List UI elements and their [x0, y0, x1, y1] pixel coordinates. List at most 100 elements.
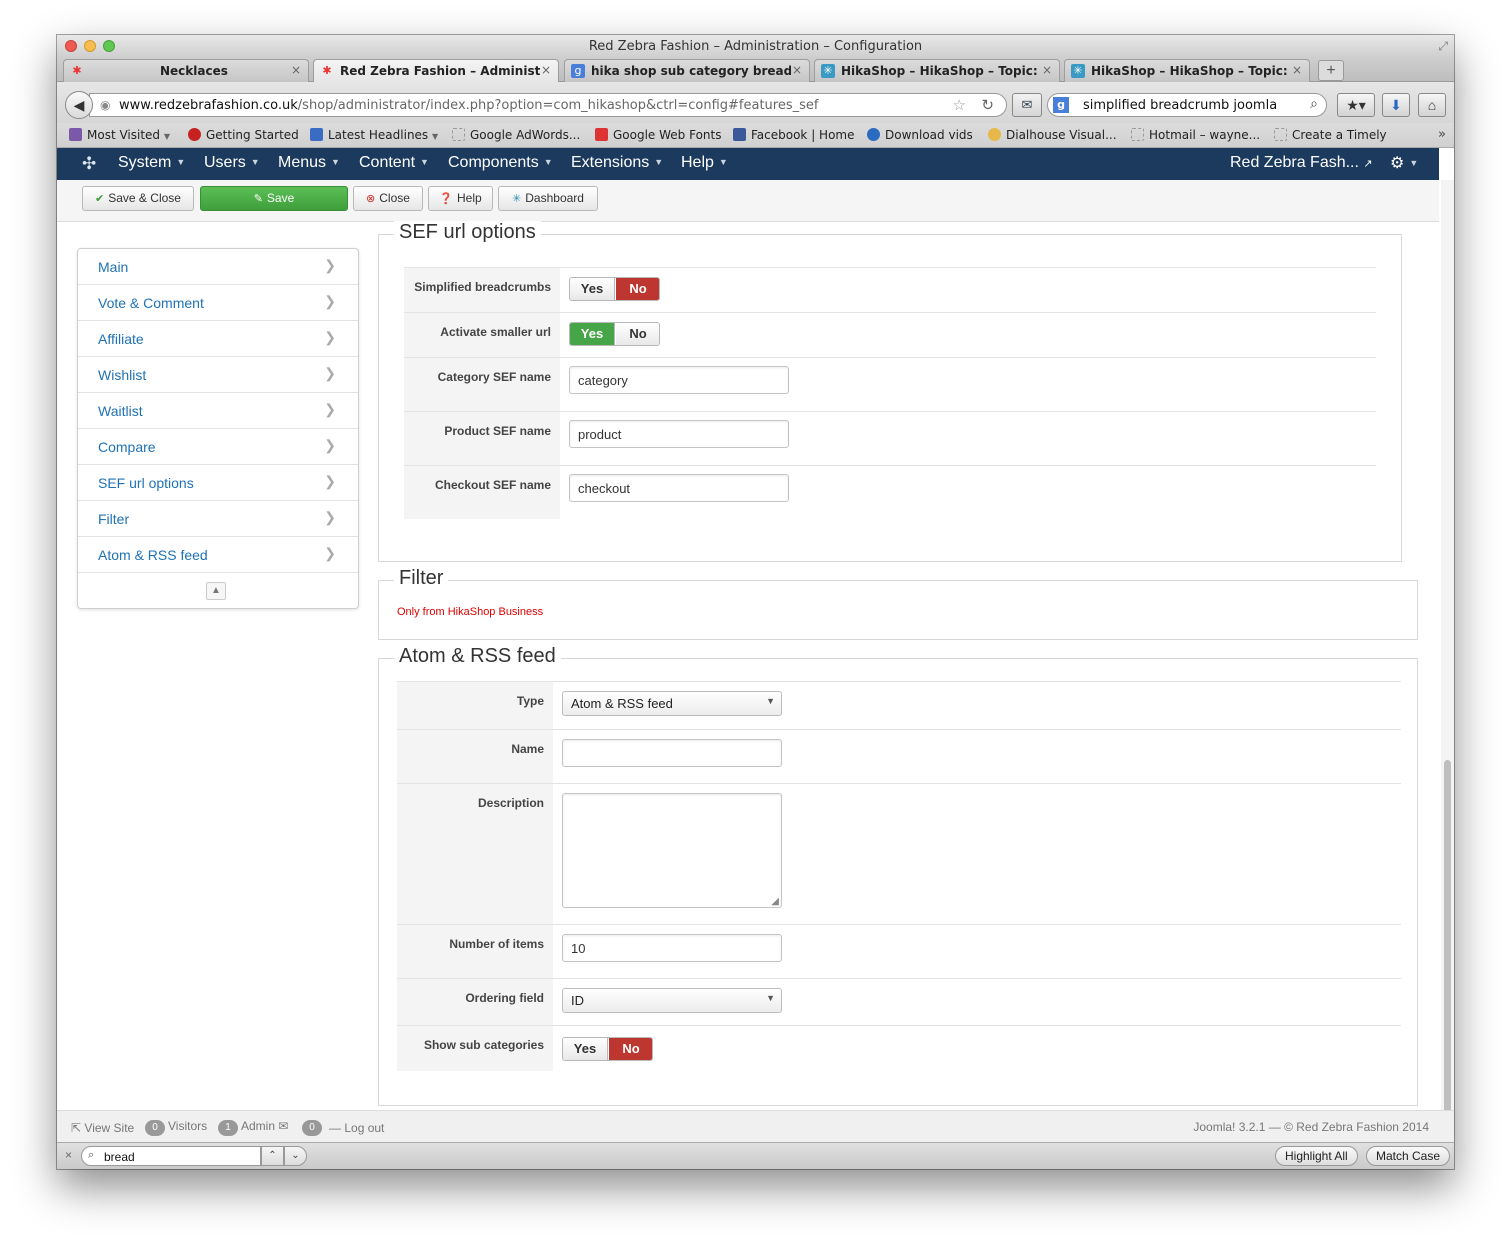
mail-icon: ✉ [278, 1119, 289, 1133]
bookmark-label: Google Web Fonts [613, 128, 722, 142]
toggle-yes[interactable]: Yes [563, 1038, 608, 1060]
save-button[interactable]: ✎ Save [200, 186, 348, 211]
bookmark-most-visited[interactable]: Most Visited ▼ [69, 128, 170, 142]
reload-icon[interactable]: ↻ [981, 96, 994, 114]
tab-google-search[interactable]: g hika shop sub category breadcr... × [564, 59, 810, 82]
bookmark-facebook[interactable]: Facebook | Home [733, 128, 855, 142]
sidebar-item-affiliate[interactable]: Affiliate ❯ [78, 321, 358, 357]
dashboard-button[interactable]: ✳ Dashboard [498, 186, 598, 211]
toggle-yes[interactable]: Yes [570, 323, 615, 345]
sidebar-item-main[interactable]: Main ❯ [78, 249, 358, 285]
extension-mail-icon[interactable]: ✉ [1012, 93, 1042, 117]
site-link[interactable]: Red Zebra Fash... ↗ [1230, 154, 1373, 172]
logout-link[interactable]: — Log out [329, 1121, 384, 1135]
tab-hikashop-topic-1[interactable]: ✳ HikaShop – HikaShop – Topic: B... × [814, 59, 1060, 82]
close-button[interactable]: ⊗ Close [353, 186, 423, 211]
search-bar[interactable]: g simplified breadcrumb joomla ⌕ [1047, 93, 1327, 117]
save-close-button[interactable]: ✔ Save & Close [82, 186, 194, 211]
downloads-button[interactable]: ⬇ [1382, 93, 1410, 117]
sidebar-item-atom-rss-feed[interactable]: Atom & RSS feed ❯ [78, 537, 358, 573]
rss-icon [310, 128, 323, 141]
sidebar-item-compare[interactable]: Compare ❯ [78, 429, 358, 465]
bookmark-star-icon[interactable]: ☆ [953, 96, 966, 114]
smaller-url-toggle[interactable]: Yes No [569, 322, 660, 346]
find-input[interactable]: ⌕ bread [81, 1146, 261, 1166]
field-label: Simplified breadcrumbs [404, 268, 560, 312]
number-items-input[interactable]: 10 [562, 934, 782, 962]
bookmarks-bar: Most Visited ▼ Getting Started Latest He… [57, 123, 1454, 148]
find-previous-button[interactable]: ⌃ [261, 1146, 284, 1166]
tab-necklaces[interactable]: ✱ Necklaces × [63, 59, 309, 82]
menu-components[interactable]: Components ▼ [448, 154, 553, 172]
toggle-yes[interactable]: Yes [570, 278, 615, 300]
ordering-field-select[interactable]: ID ▼ [562, 988, 782, 1013]
menu-extensions[interactable]: Extensions ▼ [571, 154, 663, 172]
bookmark-latest-headlines[interactable]: Latest Headlines ▼ [310, 128, 438, 142]
sidebar-item-waitlist[interactable]: Waitlist ❯ [78, 393, 358, 429]
simplified-breadcrumbs-toggle[interactable]: Yes No [569, 277, 660, 301]
joomla-logo-icon[interactable]: ✣ [82, 154, 96, 174]
sidebar-item-wishlist[interactable]: Wishlist ❯ [78, 357, 358, 393]
bookmark-create-timely[interactable]: Create a Timely [1274, 128, 1387, 142]
address-bar[interactable]: ◉ www.redzebrafashion.co.uk/shop/adminis… [89, 93, 1007, 117]
close-tab-icon[interactable]: × [541, 63, 551, 77]
messages-status[interactable]: 0 [302, 1119, 325, 1136]
row-number-items: Number of items 10 [397, 924, 1401, 978]
bookmark-google-adwords[interactable]: Google AdWords... [452, 128, 580, 142]
bookmark-google-web-fonts[interactable]: Google Web Fonts [595, 128, 722, 142]
feed-name-input[interactable] [562, 739, 782, 767]
toggle-no[interactable]: No [616, 323, 659, 345]
menu-menus[interactable]: Menus ▼ [278, 154, 340, 172]
fullscreen-icon[interactable]: ⤢ [1438, 39, 1448, 54]
minus-icon: — [329, 1121, 341, 1135]
category-sef-input[interactable]: category [569, 366, 789, 394]
more-bookmarks-chevron-icon[interactable]: » [1438, 127, 1446, 142]
feed-description-textarea[interactable]: ◢ [562, 793, 782, 908]
menu-help[interactable]: Help ▼ [681, 154, 728, 172]
page-scrollbar[interactable] [1441, 180, 1454, 1125]
menu-content[interactable]: Content ▼ [359, 154, 429, 172]
view-site-link[interactable]: ⇱ View Site [71, 1121, 134, 1135]
close-tab-icon[interactable]: × [1292, 63, 1302, 77]
menu-users[interactable]: Users ▼ [204, 154, 260, 172]
resize-grip-icon[interactable]: ◢ [771, 896, 779, 907]
sidebar-item-sef-url-options[interactable]: SEF url options ❯ [78, 465, 358, 501]
find-next-button[interactable]: ⌄ [284, 1146, 307, 1166]
field-label: Name [397, 730, 553, 783]
menu-system[interactable]: System ▼ [118, 154, 185, 172]
home-button[interactable]: ⌂ [1418, 93, 1446, 117]
search-icon[interactable]: ⌕ [1310, 96, 1318, 112]
show-sub-categories-toggle[interactable]: Yes No [562, 1037, 653, 1061]
back-button[interactable]: ◀ [65, 91, 93, 119]
match-case-button[interactable]: Match Case [1366, 1146, 1451, 1166]
close-tab-icon[interactable]: × [291, 63, 301, 77]
product-sef-input[interactable]: product [569, 420, 789, 448]
label-text: Category SEF name [437, 370, 551, 384]
toggle-no[interactable]: No [609, 1038, 652, 1060]
highlight-all-button[interactable]: Highlight All [1275, 1146, 1358, 1166]
sidebar-item-vote-comment[interactable]: Vote & Comment ❯ [78, 285, 358, 321]
google-search-engine-icon[interactable]: g [1053, 97, 1069, 113]
sidebar-item-filter[interactable]: Filter ❯ [78, 501, 358, 537]
label-text: Product SEF name [444, 424, 551, 438]
bookmark-getting-started[interactable]: Getting Started [188, 128, 299, 142]
close-find-icon[interactable]: × [65, 1148, 72, 1162]
tab-admin-config[interactable]: ✱ Red Zebra Fashion – Administra... × [313, 59, 559, 82]
toggle-no[interactable]: No [616, 278, 659, 300]
bookmarks-menu-button[interactable]: ★▾ [1337, 93, 1375, 117]
bookmark-dialhouse[interactable]: Dialhouse Visual... [988, 128, 1117, 142]
close-tab-icon[interactable]: × [792, 63, 802, 77]
admin-status-bar: ⇱ View Site 0 Visitors 1 Admin ✉ 0 — Log o… [57, 1110, 1454, 1142]
feed-type-select[interactable]: Atom & RSS feed ▼ [562, 691, 782, 716]
footer-copyright: Joomla! 3.2.1 — © Red Zebra Fashion 2014 [1193, 1120, 1429, 1134]
bookmark-download-vids[interactable]: Download vids [867, 128, 973, 142]
help-button[interactable]: ❓ Help [428, 186, 493, 211]
close-tab-icon[interactable]: × [1042, 63, 1052, 77]
new-tab-button[interactable]: + [1318, 60, 1344, 81]
scroll-to-top-button[interactable]: ▲ [206, 582, 226, 600]
tab-hikashop-topic-2[interactable]: ✳ HikaShop – HikaShop – Topic: B... × [1064, 59, 1310, 82]
bookmark-hotmail[interactable]: Hotmail – wayne... [1131, 128, 1260, 142]
checkout-sef-input[interactable]: checkout [569, 474, 789, 502]
scrollbar-thumb[interactable] [1444, 760, 1451, 1125]
settings-menu[interactable]: ⚙ ▼ [1390, 153, 1418, 173]
